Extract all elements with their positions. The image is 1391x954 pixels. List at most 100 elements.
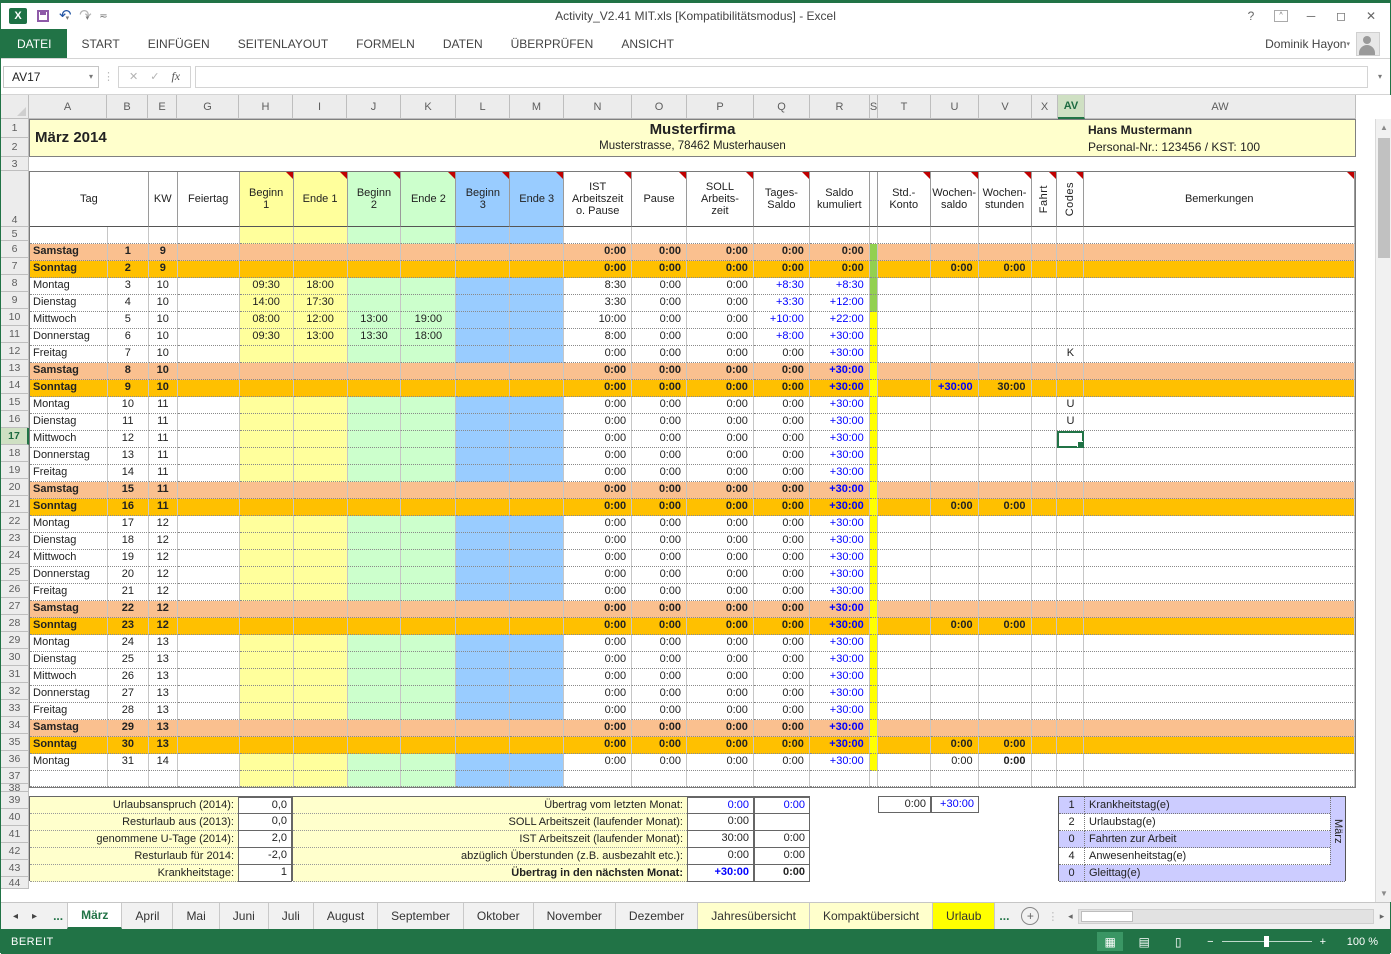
cell-T14[interactable] — [878, 380, 931, 397]
cell-X7[interactable] — [1032, 261, 1058, 278]
cell-A21[interactable]: Sonntag — [30, 499, 108, 516]
cell-V9[interactable] — [979, 295, 1032, 312]
cell-K29[interactable] — [401, 635, 456, 652]
cell-X22[interactable] — [1032, 516, 1058, 533]
cell-U32[interactable] — [931, 686, 979, 703]
cell-A9[interactable]: Dienstag — [30, 295, 108, 312]
cell-K26[interactable] — [401, 584, 456, 601]
ribbon-display-options-button[interactable]: ^ — [1268, 6, 1294, 26]
cell-R19[interactable]: +30:00 — [810, 465, 870, 482]
cell-E22[interactable]: 12 — [149, 516, 178, 533]
cell-H32[interactable] — [240, 686, 294, 703]
summary-value[interactable]: 0:00 — [754, 831, 810, 848]
scroll-down-icon[interactable]: ▼ — [1376, 885, 1391, 902]
col-header-AV[interactable]: AV — [1058, 95, 1085, 119]
cell-G28[interactable] — [178, 618, 240, 635]
cell-X24[interactable] — [1032, 550, 1058, 567]
cell-J21[interactable] — [348, 499, 402, 516]
cell-M16[interactable] — [510, 414, 564, 431]
page-break-view-icon[interactable]: ▯ — [1165, 932, 1191, 951]
cell-I11[interactable]: 13:00 — [294, 329, 348, 346]
cell-R5[interactable] — [810, 227, 870, 244]
cell-J23[interactable] — [348, 533, 402, 550]
cell-A29[interactable]: Montag — [30, 635, 108, 652]
sheet-tab-april[interactable]: April — [122, 903, 173, 929]
cell-O13[interactable]: 0:00 — [632, 363, 687, 380]
cell-A6[interactable]: Samstag — [30, 244, 108, 261]
cell-N12[interactable]: 0:00 — [564, 346, 632, 363]
cell-V14[interactable]: 30:00 — [979, 380, 1032, 397]
cell-AV19[interactable] — [1057, 465, 1084, 482]
cell-L33[interactable] — [456, 703, 510, 720]
expand-formula-bar-icon[interactable]: ▾ — [1372, 72, 1388, 81]
tab-datei[interactable]: DATEI — [1, 29, 67, 58]
cell-P30[interactable]: 0:00 — [687, 652, 754, 669]
cell-N35[interactable]: 0:00 — [564, 737, 632, 754]
cell-X28[interactable] — [1032, 618, 1058, 635]
cell-AW24[interactable] — [1084, 550, 1355, 567]
cell-O11[interactable]: 0:00 — [632, 329, 687, 346]
row-header-17[interactable]: 17 — [1, 428, 29, 445]
cell-S25[interactable] — [870, 567, 878, 584]
cell-G25[interactable] — [178, 567, 240, 584]
cell-A26[interactable]: Freitag — [30, 584, 108, 601]
cell-AV22[interactable] — [1057, 516, 1084, 533]
cell-E10[interactable]: 10 — [149, 312, 178, 329]
cell-G7[interactable] — [178, 261, 240, 278]
cell-V33[interactable] — [979, 703, 1032, 720]
cell-E32[interactable]: 13 — [149, 686, 178, 703]
cell-H20[interactable] — [240, 482, 294, 499]
cell-AW26[interactable] — [1084, 584, 1355, 601]
cell-S10[interactable] — [870, 312, 878, 329]
cell-K20[interactable] — [401, 482, 456, 499]
cell-I17[interactable] — [294, 431, 348, 448]
sheet-tab-mai[interactable]: Mai — [173, 903, 219, 929]
row-header-12[interactable]: 12 — [1, 343, 29, 360]
cell-P9[interactable]: 0:00 — [687, 295, 754, 312]
cell-P11[interactable]: 0:00 — [687, 329, 754, 346]
cell-O27[interactable]: 0:00 — [632, 601, 687, 618]
cell-H37[interactable] — [240, 771, 294, 787]
cell-E28[interactable]: 12 — [149, 618, 178, 635]
cell-L36[interactable] — [456, 754, 510, 771]
cell-T6[interactable] — [878, 244, 931, 261]
cell-L13[interactable] — [456, 363, 510, 380]
cell-R18[interactable]: +30:00 — [810, 448, 870, 465]
cell-AV18[interactable] — [1057, 448, 1084, 465]
cell-P31[interactable]: 0:00 — [687, 669, 754, 686]
cell-N14[interactable]: 0:00 — [564, 380, 632, 397]
cell-M26[interactable] — [510, 584, 564, 601]
cell-I30[interactable] — [294, 652, 348, 669]
cell-U37[interactable] — [931, 771, 979, 787]
cell-U24[interactable] — [931, 550, 979, 567]
cell-R24[interactable]: +30:00 — [810, 550, 870, 567]
cell-V12[interactable] — [979, 346, 1032, 363]
cell-L17[interactable] — [456, 431, 510, 448]
summary-value[interactable]: +30:00 — [687, 865, 754, 882]
row-header-15[interactable]: 15 — [1, 394, 29, 411]
cell-Q16[interactable]: 0:00 — [754, 414, 810, 431]
cell-K24[interactable] — [401, 550, 456, 567]
header-spacer[interactable] — [870, 172, 878, 227]
cell-Q35[interactable]: 0:00 — [754, 737, 810, 754]
cell-P25[interactable]: 0:00 — [687, 567, 754, 584]
cell-A15[interactable]: Montag — [30, 397, 108, 414]
zoom-slider-thumb[interactable] — [1264, 936, 1269, 947]
cell-AV37[interactable] — [1057, 771, 1084, 787]
cell-O9[interactable]: 0:00 — [632, 295, 687, 312]
user-dropdown-icon[interactable]: ▾ — [1346, 40, 1350, 48]
cell-Q9[interactable]: +3:30 — [754, 295, 810, 312]
cell-AV31[interactable] — [1057, 669, 1084, 686]
cell-O24[interactable]: 0:00 — [632, 550, 687, 567]
cell-X10[interactable] — [1032, 312, 1058, 329]
cell-N26[interactable]: 0:00 — [564, 584, 632, 601]
cell-N9[interactable]: 3:30 — [564, 295, 632, 312]
cell-E20[interactable]: 11 — [149, 482, 178, 499]
cell-G9[interactable] — [178, 295, 240, 312]
cell-I16[interactable] — [294, 414, 348, 431]
cell-K14[interactable] — [401, 380, 456, 397]
sheet-overflow-left[interactable]: ... — [49, 903, 67, 929]
cell-O7[interactable]: 0:00 — [632, 261, 687, 278]
cell-R23[interactable]: +30:00 — [810, 533, 870, 550]
row-header-20[interactable]: 20 — [1, 479, 29, 496]
